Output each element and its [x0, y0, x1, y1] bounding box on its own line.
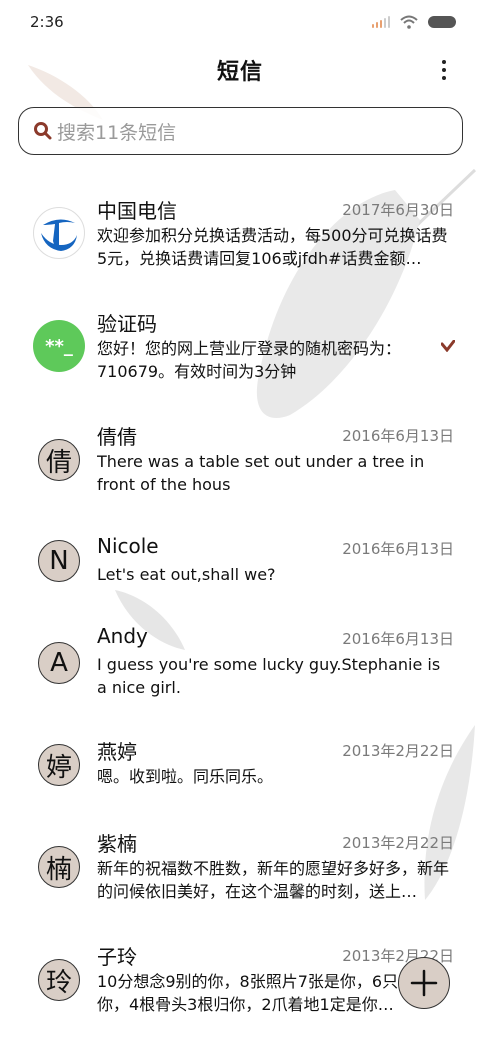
more-vertical-icon: [442, 60, 446, 64]
status-time: 2:36: [30, 13, 64, 31]
avatar: **_: [33, 320, 85, 372]
avatar: [33, 207, 85, 259]
conversation-name: 中国电信: [97, 199, 177, 223]
plus-icon: [410, 969, 438, 997]
avatar: 玲: [38, 959, 80, 1001]
conversation-item[interactable]: 倩 倩倩 2016年6月13日 There was a table set ou…: [0, 402, 480, 512]
avatar-text: 楠: [45, 854, 72, 885]
search-icon: [34, 122, 52, 140]
conversation-snippet: There was a table set out under a tree i…: [97, 452, 425, 494]
telecom-logo-icon: [41, 219, 77, 251]
conversation-date: 2016年6月13日: [342, 540, 454, 558]
conversation-snippet: Let's eat out,shall we?: [97, 565, 276, 584]
avatar-text: N: [49, 546, 69, 576]
conversation-date: 2017年6月30日: [342, 201, 454, 219]
more-dot: [442, 68, 446, 72]
page-title: 短信: [216, 60, 263, 85]
conversation-name: 验证码: [97, 312, 157, 336]
compose-button[interactable]: [398, 957, 450, 1009]
conversation-name: Nicole: [97, 534, 159, 558]
battery-icon: [428, 16, 456, 28]
conversation-date: 2013年2月22日: [342, 834, 454, 852]
search-placeholder: 搜索11条短信: [57, 121, 177, 144]
status-bar: 2:36: [0, 0, 480, 44]
conversation-snippet: 新年的祝福数不胜数，新年的愿望好多好多，新年的问候依旧美好，在这个温馨的时刻，送…: [97, 859, 450, 901]
conversation-snippet: 嗯。收到啦。同乐同乐。: [97, 767, 274, 786]
avatar-text: **_: [45, 335, 73, 357]
conversation-name: 紫楠: [97, 832, 137, 856]
avatar-text: 婷: [45, 752, 72, 783]
more-options-button[interactable]: [434, 56, 454, 84]
status-icons: [372, 15, 456, 29]
signal-icon: [372, 16, 390, 28]
unread-mark-icon: [441, 340, 455, 352]
conversation-date: 2016年6月13日: [342, 630, 454, 648]
conversation-name: 子玲: [97, 945, 137, 969]
avatar: 婷: [38, 744, 80, 786]
search-input[interactable]: 搜索11条短信: [18, 107, 463, 155]
conversation-date: 2013年2月22日: [342, 742, 454, 760]
conversation-item[interactable]: 中国电信 2017年6月30日 欢迎参加积分兑换话费活动，每500分可兑换话费5…: [0, 176, 480, 286]
app-header: 短信: [0, 44, 480, 96]
conversation-item[interactable]: A Andy 2016年6月13日 I guess you're some lu…: [0, 605, 480, 715]
conversation-snippet: 欢迎参加积分兑换话费活动，每500分可兑换话费5元，兑换话费请回复106或jfd…: [97, 226, 448, 268]
avatar-text: 倩: [45, 447, 72, 478]
conversation-name: 燕婷: [97, 740, 137, 764]
avatar: 楠: [38, 846, 80, 888]
avatar: N: [38, 540, 80, 582]
avatar: 倩: [38, 439, 80, 481]
conversation-name: 倩倩: [97, 425, 137, 449]
conversation-snippet: 您好！您的网上营业厅登录的随机密码为：710679。有效时间为3分钟: [97, 339, 402, 381]
conversation-snippet: I guess you're some lucky guy.Stephanie …: [97, 655, 441, 697]
conversation-date: 2016年6月13日: [342, 427, 454, 445]
avatar-text: 玲: [45, 967, 72, 998]
conversation-item[interactable]: **_ 验证码 您好！您的网上营业厅登录的随机密码为：710679。有效时间为3…: [0, 289, 480, 399]
more-dot: [442, 76, 446, 80]
conversation-item[interactable]: 楠 紫楠 2013年2月22日 新年的祝福数不胜数，新年的愿望好多好多，新年的问…: [0, 809, 480, 919]
wifi-icon: [400, 15, 418, 29]
avatar-text: A: [50, 648, 68, 678]
conversation-name: Andy: [97, 624, 148, 648]
avatar: A: [38, 642, 80, 684]
